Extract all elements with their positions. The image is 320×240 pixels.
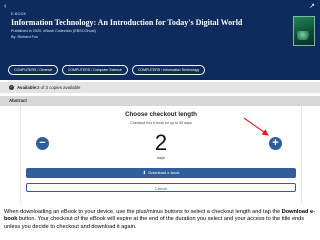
caption-text-end: button. Your checkout of the eBook will … — [4, 216, 305, 230]
caption-text: When downloading an eBook to your device… — [4, 209, 282, 215]
annotation-arrow — [243, 117, 269, 136]
screenshot: ‹ ↗ E-BOOK Information Technology: An In… — [0, 0, 320, 204]
instruction-caption: When downloading an eBook to your device… — [4, 209, 318, 231]
